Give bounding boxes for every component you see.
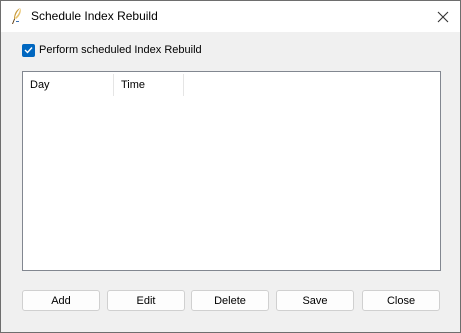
- close-window-button[interactable]: [425, 1, 460, 32]
- close-button[interactable]: Close: [362, 290, 440, 311]
- perform-rebuild-checkbox[interactable]: [22, 43, 35, 57]
- checkmark-icon: [24, 47, 33, 54]
- delete-button[interactable]: Delete: [191, 290, 269, 311]
- perform-rebuild-option[interactable]: Perform scheduled Index Rebuild: [22, 43, 202, 57]
- window-title: Schedule Index Rebuild: [31, 9, 158, 23]
- schedule-list-header: Day Time: [23, 72, 440, 97]
- perform-rebuild-label[interactable]: Perform scheduled Index Rebuild: [39, 44, 202, 56]
- edit-button[interactable]: Edit: [107, 290, 185, 311]
- close-icon: [437, 11, 448, 22]
- schedule-list[interactable]: Day Time: [22, 71, 441, 271]
- add-button[interactable]: Add: [22, 290, 100, 311]
- quill-icon: [9, 7, 25, 25]
- save-button[interactable]: Save: [276, 290, 354, 311]
- column-header-day[interactable]: Day: [23, 72, 114, 97]
- schedule-index-rebuild-dialog: Schedule Index Rebuild Perform scheduled…: [0, 0, 461, 333]
- dialog-content: Perform scheduled Index Rebuild Day Time…: [1, 32, 460, 332]
- column-divider[interactable]: [183, 74, 184, 96]
- column-header-time[interactable]: Time: [114, 72, 184, 97]
- title-bar[interactable]: Schedule Index Rebuild: [1, 1, 460, 32]
